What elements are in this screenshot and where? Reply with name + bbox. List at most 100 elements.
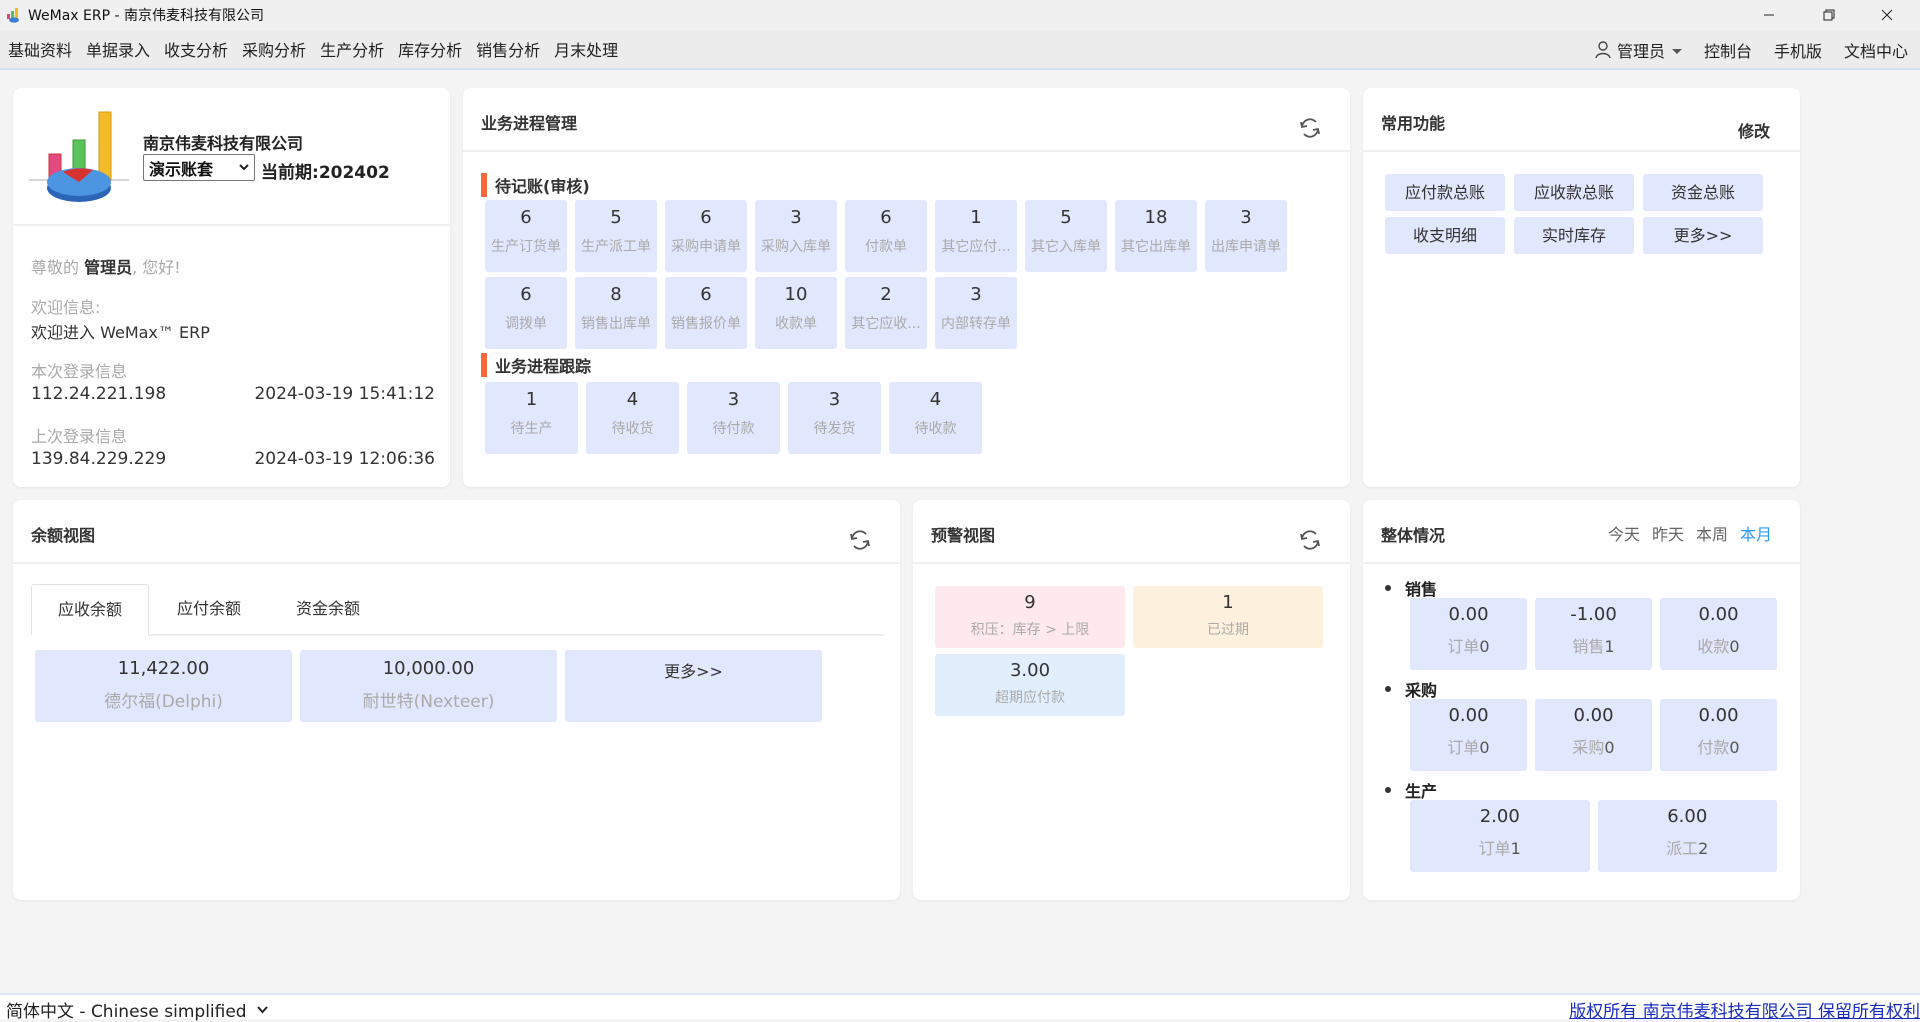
pending-count: 6 (520, 207, 532, 228)
pending-item[interactable]: 8 销售出库单 (575, 277, 657, 349)
restore-button[interactable] (1806, 0, 1852, 30)
refresh-icon[interactable] (848, 528, 872, 552)
pending-label: 其它应付... (941, 239, 1011, 255)
balance-label: 耐世特(Nexteer) (362, 692, 495, 712)
tracking-label: 待发货 (813, 421, 856, 437)
period-selector: 今天 昨天 本周 本月 (1596, 521, 1772, 545)
pending-item[interactable]: 3 内部转存单 (935, 277, 1017, 349)
menu-basic-data[interactable]: 基础资料 (8, 37, 72, 61)
period-this-week[interactable]: 本周 (1696, 521, 1728, 545)
pending-label: 付款单 (865, 239, 907, 255)
overview-group-name: 生产 (1405, 782, 1438, 801)
overview-label: 订单 (1447, 637, 1480, 656)
close-button[interactable] (1864, 0, 1910, 30)
more-functions-button[interactable]: 更多>> (1643, 217, 1763, 254)
tracking-count: 4 (929, 389, 942, 410)
overview-item[interactable]: 0.00 订单0 (1410, 699, 1527, 771)
menu-sales-analysis[interactable]: 销售分析 (476, 37, 540, 61)
tracking-item[interactable]: 3 待发货 (788, 382, 881, 454)
overview-panel: 整体情况 今天 昨天 本周 本月 销售 0.00 订单0 -1.00 销售1 0.00 收款… (1363, 500, 1800, 900)
overview-item[interactable]: 0.00 收款0 (1660, 598, 1777, 670)
window-title: WeMax ERP - 南京伟麦科技有限公司 (28, 8, 264, 24)
ar-ledger-button[interactable]: 应收款总账 (1514, 174, 1634, 211)
menu-inventory-analysis[interactable]: 库存分析 (398, 37, 462, 61)
pending-label: 收款单 (775, 316, 817, 332)
pending-item[interactable]: 3 出库申请单 (1205, 200, 1287, 272)
copyright-link[interactable]: 版权所有 南京伟麦科技有限公司 保留所有权利 (1569, 997, 1920, 1022)
overview-item[interactable]: -1.00 销售1 (1535, 598, 1652, 670)
pending-item[interactable]: 3 采购入库单 (755, 200, 837, 272)
overview-count: 1 (1604, 637, 1615, 656)
overview-item[interactable]: 0.00 订单0 (1410, 598, 1527, 670)
balance-item-nexteer[interactable]: 10,000.00 耐世特(Nexteer) (300, 650, 557, 722)
pending-label: 采购申请单 (671, 239, 741, 255)
tracking-item[interactable]: 4 待收款 (889, 382, 982, 454)
pending-count: 8 (610, 284, 622, 305)
overview-count: 0 (1604, 738, 1615, 757)
pending-count: 3 (970, 284, 982, 305)
warning-label: 超期应付款 (995, 690, 1065, 706)
pending-item[interactable]: 18 其它出库单 (1115, 200, 1197, 272)
pending-item[interactable]: 6 销售报价单 (665, 277, 747, 349)
menu-income-expense-analysis[interactable]: 收支分析 (164, 37, 228, 61)
tab-payable-balance[interactable]: 应付余额 (159, 584, 259, 634)
language-select[interactable]: 简体中文 - Chinese simplified (6, 997, 268, 1022)
menu-mobile[interactable]: 手机版 (1774, 38, 1822, 62)
tracking-item[interactable]: 3 待付款 (687, 382, 780, 454)
pending-item[interactable]: 6 采购申请单 (665, 200, 747, 272)
tracking-item[interactable]: 4 待收货 (586, 382, 679, 454)
warning-expired[interactable]: 1 已过期 (1133, 586, 1323, 648)
edit-button[interactable]: 修改 (1738, 118, 1770, 142)
tab-receivable-balance[interactable]: 应收余额 (31, 584, 149, 636)
pending-item[interactable]: 1 其它应付... (935, 200, 1017, 272)
ap-ledger-button[interactable]: 应付款总账 (1385, 174, 1505, 211)
balance-item-delphi[interactable]: 11,422.00 德尔福(Delphi) (35, 650, 292, 722)
menu-docs[interactable]: 文档中心 (1844, 38, 1908, 62)
greeting-user: 管理员 (84, 258, 133, 277)
pending-label: 内部转存单 (941, 316, 1011, 332)
menu-purchase-analysis[interactable]: 采购分析 (242, 37, 306, 61)
overview-item[interactable]: 6.00 派工2 (1597, 800, 1777, 872)
user-menu[interactable]: 管理员 (1595, 38, 1682, 62)
overview-item[interactable]: 0.00 采购0 (1535, 699, 1652, 771)
company-panel: 南京伟麦科技有限公司 演示账套 当前期:202402 尊敬的 管理员, 您好! … (13, 88, 450, 487)
tracking-item[interactable]: 1 待生产 (485, 382, 578, 454)
pending-item[interactable]: 10 收款单 (755, 277, 837, 349)
warning-overstock[interactable]: 9 积压：库存 > 上限 (935, 586, 1125, 648)
period-yesterday[interactable]: 昨天 (1652, 521, 1684, 545)
pending-item[interactable]: 6 付款单 (845, 200, 927, 272)
tab-fund-balance[interactable]: 资金余额 (278, 584, 378, 634)
fund-ledger-button[interactable]: 资金总账 (1643, 174, 1763, 211)
balance-more-button[interactable]: 更多>> (565, 650, 822, 722)
menu-document-entry[interactable]: 单据录入 (86, 37, 150, 61)
warning-overdue-payable[interactable]: 3.00 超期应付款 (935, 654, 1125, 716)
income-expense-detail-button[interactable]: 收支明细 (1385, 217, 1505, 254)
refresh-icon[interactable] (1298, 116, 1322, 140)
this-login-label: 本次登录信息 (31, 362, 128, 381)
welcome-label: 欢迎信息: (31, 298, 101, 317)
company-name: 南京伟麦科技有限公司 (143, 134, 304, 153)
pending-item[interactable]: 2 其它应收... (845, 277, 927, 349)
overview-label: 派工 (1666, 839, 1699, 858)
account-set-select[interactable]: 演示账套 (143, 154, 255, 181)
refresh-icon[interactable] (1298, 528, 1322, 552)
greeting-suffix: , 您好! (132, 258, 181, 277)
pending-item[interactable]: 6 调拨单 (485, 277, 567, 349)
period-today[interactable]: 今天 (1608, 521, 1640, 545)
overview-item[interactable]: 0.00 付款0 (1660, 699, 1777, 771)
overview-group-name: 销售 (1405, 580, 1438, 599)
pending-item[interactable]: 5 其它入库单 (1025, 200, 1107, 272)
tracking-label: 待收款 (914, 421, 957, 437)
pending-count: 6 (700, 284, 712, 305)
period-this-month[interactable]: 本月 (1740, 521, 1772, 545)
menu-month-end[interactable]: 月末处理 (554, 37, 618, 61)
overview-item[interactable]: 2.00 订单1 (1410, 800, 1590, 872)
menu-production-analysis[interactable]: 生产分析 (320, 37, 384, 61)
menu-console[interactable]: 控制台 (1704, 38, 1752, 62)
tracking-label: 待收货 (611, 421, 654, 437)
tracking-section-title: 业务进程跟踪 (481, 353, 591, 377)
pending-item[interactable]: 5 生产派工单 (575, 200, 657, 272)
realtime-inventory-button[interactable]: 实时库存 (1514, 217, 1634, 254)
pending-item[interactable]: 6 生产订货单 (485, 200, 567, 272)
minimize-button[interactable] (1746, 0, 1792, 30)
